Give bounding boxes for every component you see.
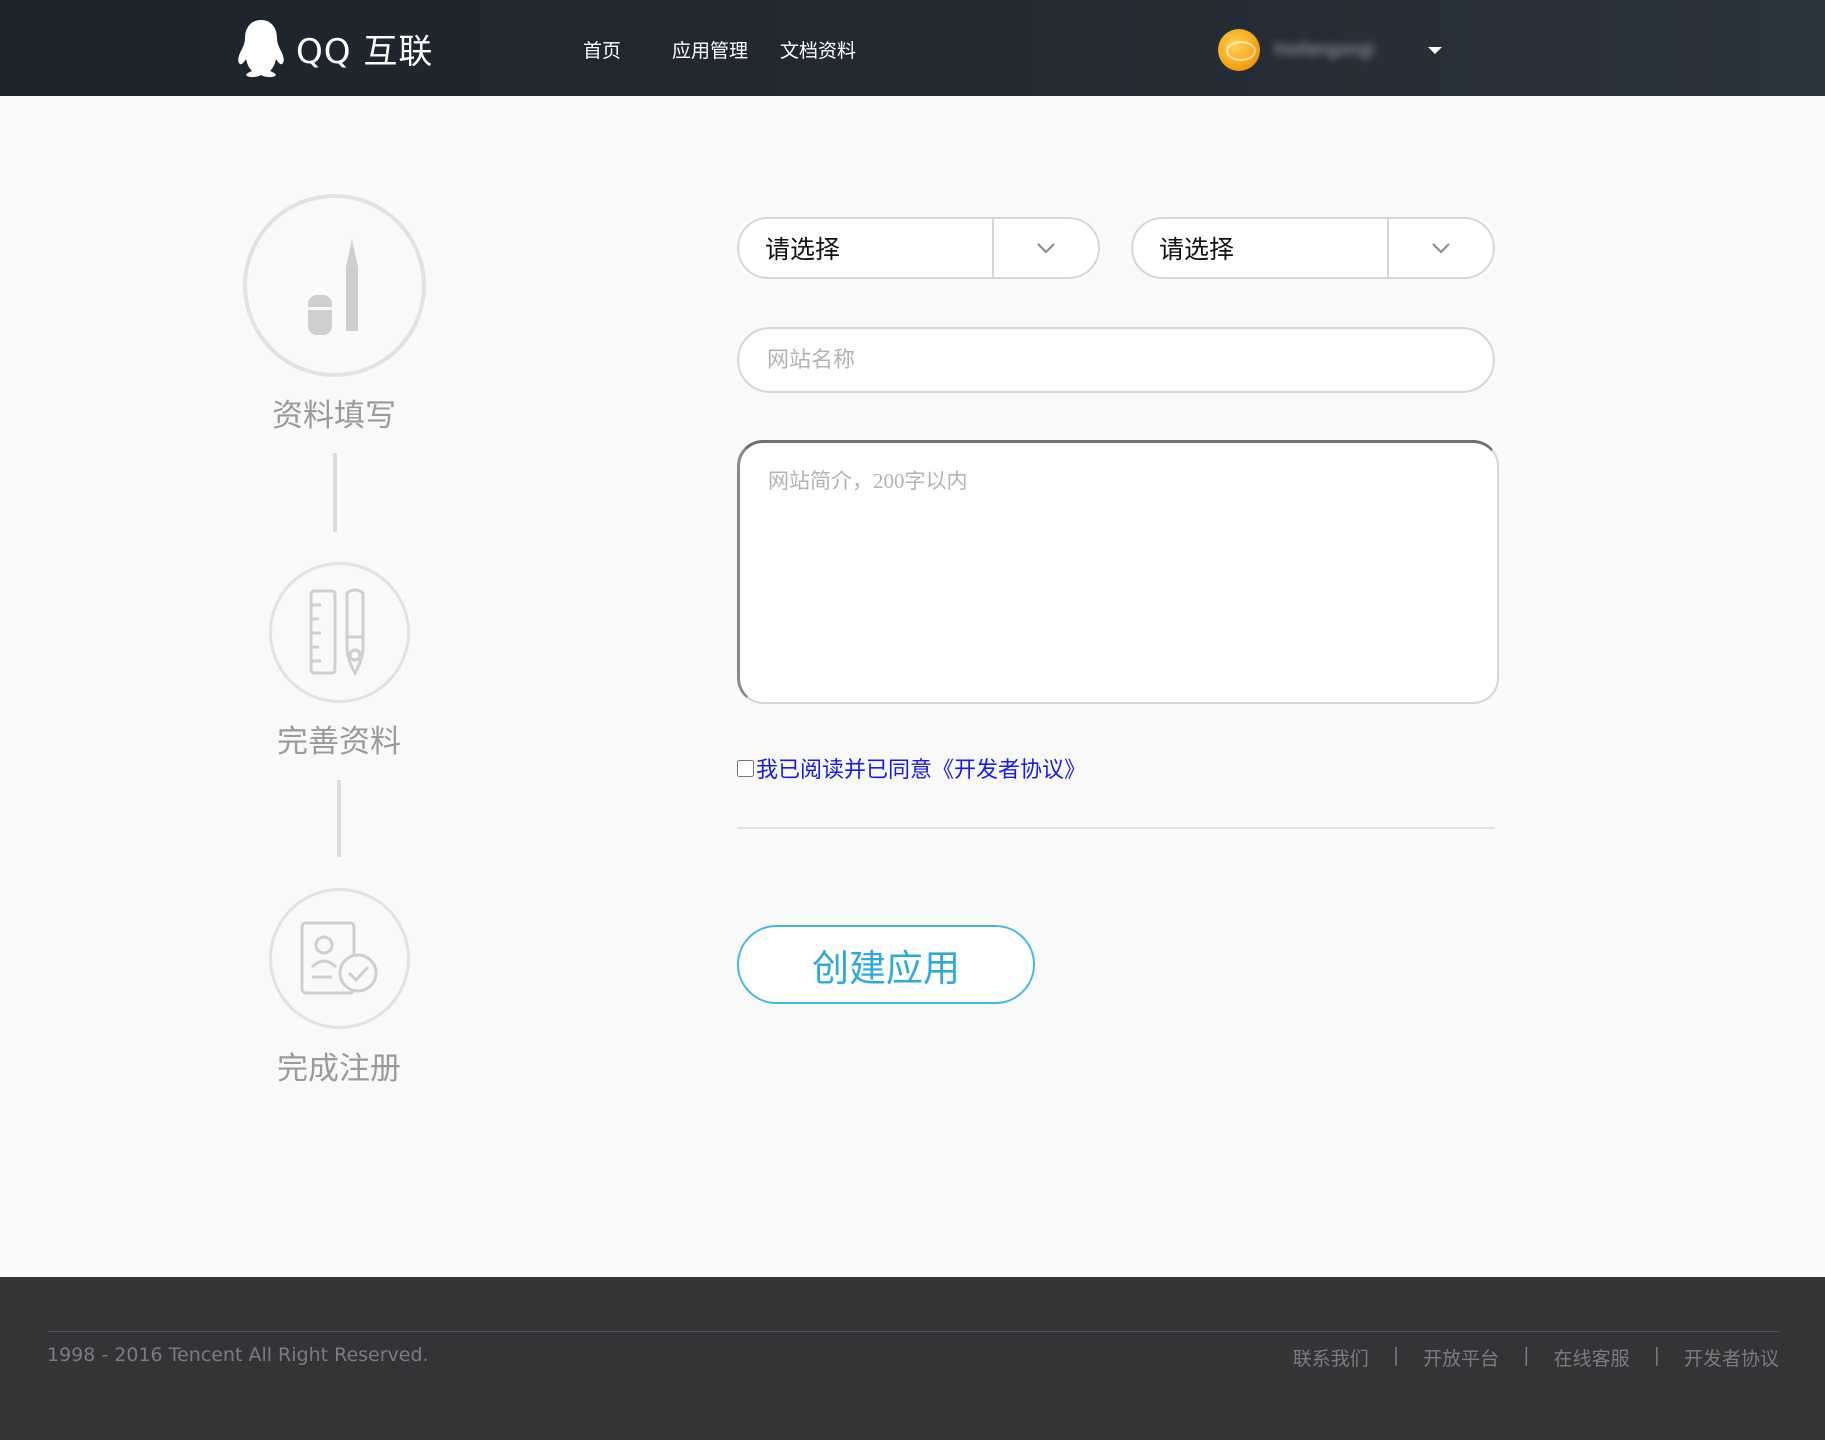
step-connector [333,453,337,532]
select-1-value: 请选择 [765,235,841,264]
step-3-label: 完成注册 [277,1051,401,1087]
step-1-label: 资料填写 [272,398,396,434]
step-3-circle [269,888,410,1029]
website-intro-textarea[interactable] [737,440,1499,704]
pencil-eraser-icon [307,238,358,335]
footer-link-contact[interactable]: 联系我们 [1293,1344,1369,1371]
user-menu[interactable]: hiofangongi [1218,28,1442,72]
category-select-1[interactable]: 请选择 [737,217,1100,279]
profile-check-icon [300,921,377,994]
qq-logo[interactable]: QQ 互联 [236,18,433,78]
footer-link-support[interactable]: 在线客服 [1554,1344,1630,1371]
step-2-label: 完善资料 [277,724,401,760]
create-app-button[interactable]: 创建应用 [737,925,1035,1004]
agreement-row: 我已阅读并已同意《开发者协议》 [737,752,1086,784]
penguin-icon [238,20,284,78]
top-nav-bar: QQ 互联 首页 应用管理 文档资料 hiofangongi [0,0,1825,96]
website-name-input[interactable] [737,327,1495,393]
avatar[interactable] [1218,29,1260,71]
agree-checkbox[interactable] [737,759,754,777]
nav-app-management[interactable]: 应用管理 [672,36,748,63]
footer-separator: | [1523,1344,1530,1366]
footer: 1998 - 2016 Tencent All Right Reserved. … [0,1277,1825,1440]
chevron-down-icon[interactable] [994,242,1098,254]
nav-docs[interactable]: 文档资料 [780,36,856,63]
nav-home[interactable]: 首页 [583,36,621,63]
chevron-down-icon[interactable] [1389,242,1493,254]
footer-separator: | [1653,1344,1660,1366]
footer-separator: | [1392,1344,1400,1366]
logo-text: QQ 互联 [296,31,434,72]
step-connector [337,780,341,857]
caret-down-icon[interactable] [1428,46,1442,54]
footer-divider [47,1331,1779,1332]
copyright-text: 1998 - 2016 Tencent All Right Reserved. [47,1344,429,1366]
footer-link-dev-agreement[interactable]: 开发者协议 [1684,1344,1779,1371]
ruler-pen-icon [309,588,364,676]
developer-agreement-link[interactable]: 我已阅读并已同意《开发者协议》 [756,752,1086,784]
form-divider [737,827,1495,829]
footer-links: 联系我们 | 开放平台 | 在线客服 | 开发者协议 [1293,1344,1779,1371]
select-2-value: 请选择 [1159,235,1235,264]
username: hiofangongi [1274,40,1375,60]
category-select-2[interactable]: 请选择 [1131,217,1495,279]
step-1-circle [243,194,426,377]
footer-link-open-platform[interactable]: 开放平台 [1423,1344,1499,1371]
step-2-circle [269,562,410,703]
